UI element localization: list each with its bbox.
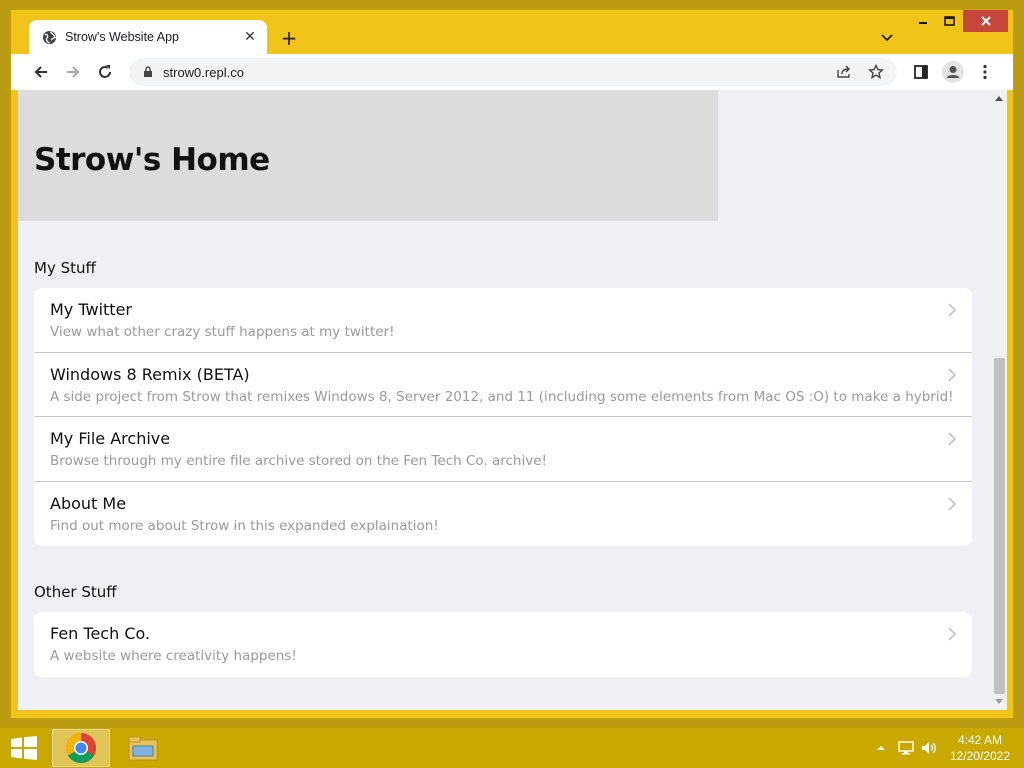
side-panel-button[interactable] <box>909 60 933 84</box>
list-item-windows-8-remix[interactable]: Windows 8 Remix (BETA) A side project fr… <box>34 353 972 417</box>
list-item-fen-tech[interactable]: Fen Tech Co. A website where creativity … <box>34 612 972 677</box>
minimize-button[interactable] <box>911 10 935 32</box>
list-item-title: My Twitter <box>50 300 132 319</box>
chevron-right-icon <box>948 367 957 382</box>
back-button[interactable] <box>29 60 53 84</box>
list-item-my-twitter[interactable]: My Twitter View what other crazy stuff h… <box>34 288 972 353</box>
url-text: strow0.repl.co <box>163 64 244 80</box>
close-window-button[interactable] <box>963 10 1008 32</box>
network-icon[interactable] <box>898 728 914 768</box>
tab-search-button[interactable] <box>875 26 899 50</box>
browser-tab[interactable]: Strow's Website App ✕ <box>29 20 267 54</box>
section-title-my-stuff: My Stuff <box>34 259 96 277</box>
taskbar-file-explorer[interactable] <box>114 729 172 767</box>
list-item-subtitle: A side project from Strow that remixes W… <box>50 388 954 405</box>
browser-titlebar: Strow's Website App ✕ + <box>11 10 1013 54</box>
system-clock[interactable]: 4:42 AM 12/20/2022 <box>950 732 1010 764</box>
list-item-subtitle: A website where creativity happens! <box>50 648 297 664</box>
close-icon <box>980 16 991 26</box>
list-item-subtitle: Find out more about Strow in this expand… <box>50 517 439 534</box>
page-scrollbar[interactable] <box>992 90 1007 710</box>
arrow-right-icon <box>67 66 80 78</box>
reload-button[interactable] <box>93 60 117 84</box>
chevron-right-icon <box>948 432 957 446</box>
volume-icon[interactable] <box>920 728 938 768</box>
reload-icon <box>99 65 111 78</box>
list-item-title: My File Archive <box>50 429 171 448</box>
forward-button[interactable] <box>61 60 85 84</box>
kebab-menu-icon <box>983 64 987 80</box>
chevron-right-icon <box>948 627 957 641</box>
folder-icon <box>128 736 158 761</box>
tab-close-icon[interactable]: ✕ <box>241 28 259 46</box>
browser-toolbar: strow0.repl.co <box>11 54 1013 90</box>
page-title: Strow's Home <box>34 142 270 178</box>
section-title-other-stuff: Other Stuff <box>34 583 117 601</box>
chrome-icon <box>65 733 97 764</box>
maximize-button[interactable] <box>937 10 961 32</box>
list-item-subtitle: View what other crazy stuff happens at m… <box>50 324 395 340</box>
scroll-thumb[interactable] <box>994 358 1005 694</box>
page-viewport: Strow's Home My Stuff My Twitter View wh… <box>18 90 1007 710</box>
menu-button[interactable] <box>973 60 997 84</box>
profile-button[interactable] <box>941 60 965 84</box>
scroll-up-arrow[interactable] <box>995 96 1003 101</box>
start-button[interactable] <box>10 736 38 760</box>
avatar-icon <box>942 61 964 83</box>
list-other-stuff: Fen Tech Co. A website where creativity … <box>34 612 972 677</box>
tray-overflow-button[interactable] <box>876 728 886 768</box>
chevron-right-icon <box>948 496 957 511</box>
taskbar: 4:42 AM 12/20/2022 <box>0 728 1024 768</box>
globe-icon <box>41 29 57 45</box>
clock-time: 4:42 AM <box>957 733 1002 747</box>
side-panel-icon <box>914 65 928 79</box>
chevron-down-icon <box>881 34 893 42</box>
chevron-up-icon <box>877 746 885 750</box>
list-item-title: Windows 8 Remix (BETA) <box>50 364 250 384</box>
page-header: Strow's Home <box>18 90 718 221</box>
bookmark-star-icon[interactable] <box>865 61 887 83</box>
list-my-stuff: My Twitter View what other crazy stuff h… <box>34 288 972 546</box>
list-item-title: Fen Tech Co. <box>50 624 151 643</box>
new-tab-button[interactable]: + <box>277 26 301 50</box>
list-item-subtitle: Browse through my entire file archive st… <box>50 453 547 469</box>
list-item-file-archive[interactable]: My File Archive Browse through my entire… <box>34 417 972 482</box>
browser-window: Strow's Website App ✕ + strow0.repl.co S… <box>10 9 1014 719</box>
lock-icon <box>141 65 155 79</box>
chevron-right-icon <box>948 303 957 317</box>
list-item-title: About Me <box>50 493 127 513</box>
address-bar[interactable]: strow0.repl.co <box>129 58 897 86</box>
arrow-left-icon <box>34 66 47 78</box>
windows-logo-icon <box>11 736 37 760</box>
share-icon[interactable] <box>833 61 855 83</box>
scroll-down-arrow[interactable] <box>995 699 1003 704</box>
taskbar-chrome[interactable] <box>52 729 110 767</box>
clock-date: 12/20/2022 <box>949 749 1010 763</box>
tab-title: Strow's Website App <box>65 30 180 44</box>
list-item-about-me[interactable]: About Me Find out more about Strow in th… <box>34 482 972 547</box>
